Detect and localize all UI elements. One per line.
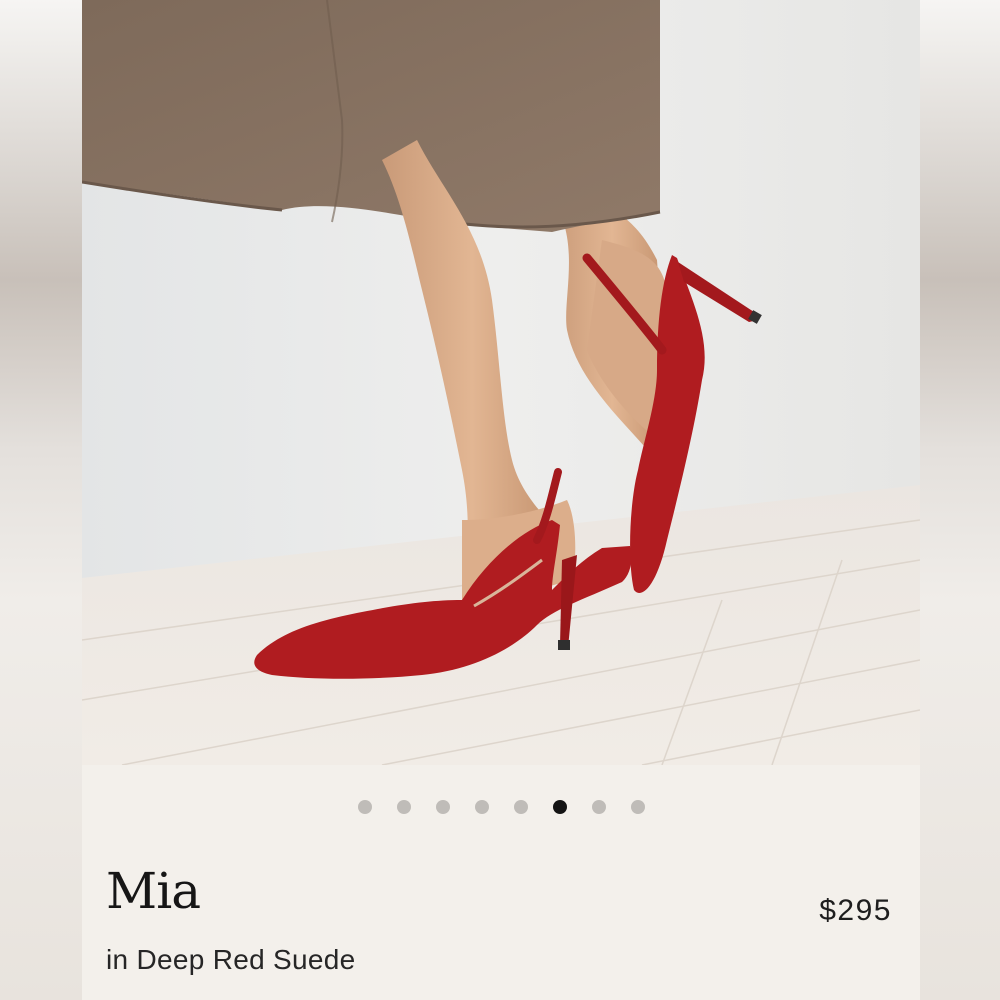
carousel-dot-6-active[interactable] [552,800,567,814]
carousel-indicator [82,800,920,814]
carousel-dot-5[interactable] [513,800,528,814]
product-title: Mia [106,862,201,920]
screen: Mia in Deep Red Suede $295 [0,0,1000,1000]
carousel-dot-8[interactable] [630,800,645,814]
product-variant: in Deep Red Suede [106,944,356,975]
carousel-dot-4[interactable] [474,800,489,814]
product-price: $295 [819,894,892,927]
carousel-dot-2[interactable] [396,800,411,814]
carousel-dot-7[interactable] [591,800,606,814]
carousel-dot-1[interactable] [357,800,372,814]
product-card: Mia in Deep Red Suede $295 [82,0,920,1000]
carousel-dot-3[interactable] [435,800,450,814]
product-image[interactable] [82,0,920,765]
